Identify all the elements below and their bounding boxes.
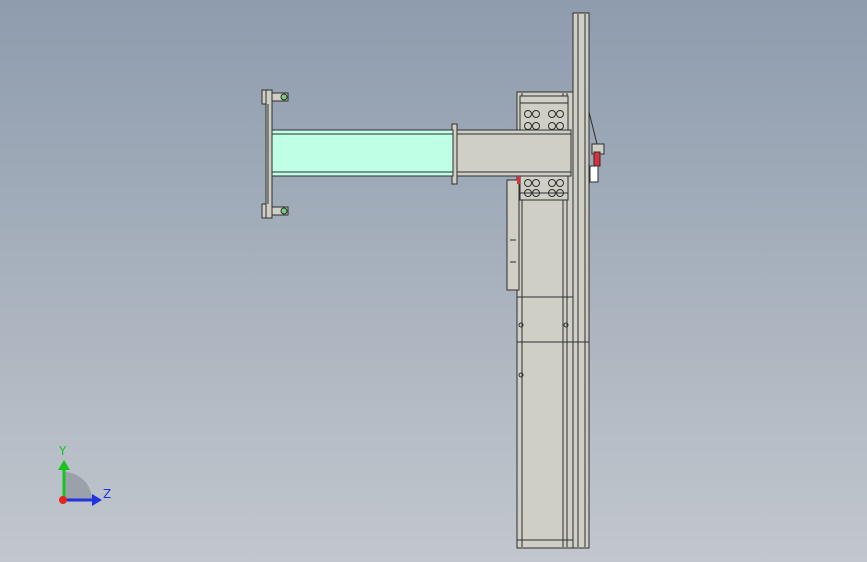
axis-y-label: Y [58,444,67,458]
viewport-background [0,0,867,562]
cad-model-drawing[interactable]: Y Z [0,0,867,562]
vertical-column[interactable] [506,12,590,549]
horizontal-arm-steel[interactable] [451,123,572,185]
axis-origin-icon [59,496,67,504]
red-marker [517,176,520,184]
cad-graphics-viewport[interactable]: Y Z [0,0,867,562]
axis-z-label: Z [103,487,111,501]
horizontal-arm-beam[interactable] [271,129,454,177]
